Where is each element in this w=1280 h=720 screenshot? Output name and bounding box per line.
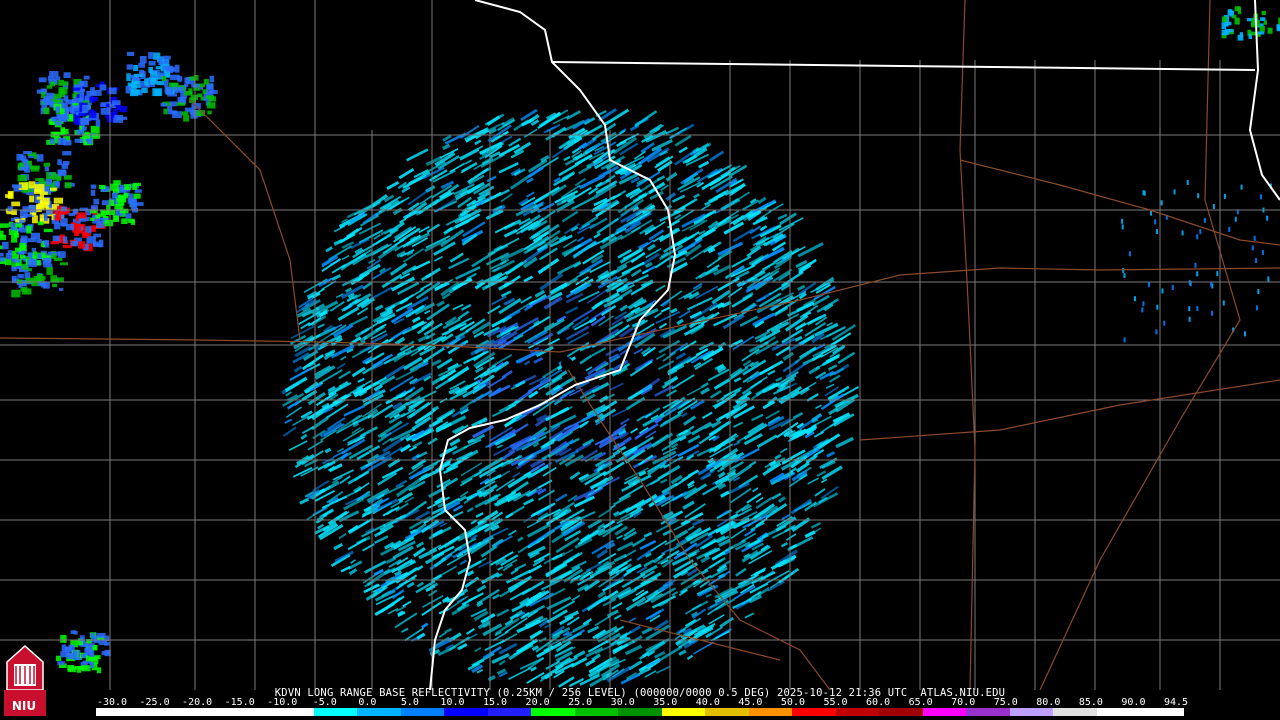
colorbar-segment	[1096, 708, 1141, 716]
colorbar-segment	[1053, 708, 1097, 716]
colorbar-segment	[313, 708, 358, 716]
radar-map	[0, 0, 1280, 720]
colorbar-segment	[96, 708, 140, 716]
colorbar-segment	[400, 708, 445, 716]
colorbar-label: 85.0	[1078, 697, 1103, 708]
colorbar-segment	[792, 708, 836, 716]
colorbar-segment	[183, 708, 227, 716]
colorbar-label: 35.0	[653, 697, 678, 708]
reflectivity-colorbar	[96, 708, 1184, 716]
colorbar-label: -30.0	[96, 697, 128, 708]
colorbar-label: 15.0	[482, 697, 508, 708]
colorbar-segment	[966, 708, 1010, 716]
colorbar-segment	[705, 708, 749, 716]
colorbar-segment	[1009, 708, 1054, 716]
colorbar-label: 0.0	[358, 697, 377, 708]
colorbar-label: 30.0	[610, 697, 635, 708]
colorbar-label: 5.0	[400, 697, 419, 708]
colorbar-label: 60.0	[866, 697, 891, 708]
colorbar-label: -20.0	[182, 697, 213, 708]
colorbar-label: 94.5	[1163, 697, 1189, 708]
colorbar-segment	[879, 708, 923, 716]
colorbar-label: 50.0	[780, 697, 805, 708]
colorbar-segment	[270, 708, 314, 716]
colorbar-segment	[618, 708, 662, 716]
colorbar-segment	[835, 708, 880, 716]
colorbar-label: -5.0	[312, 697, 337, 708]
colorbar-label: -25.0	[139, 697, 170, 708]
radar-site-marker	[561, 358, 573, 370]
colorbar-segment	[922, 708, 967, 716]
colorbar-label: -10.0	[267, 697, 298, 708]
colorbar-segment	[574, 708, 619, 716]
colorbar-label: 65.0	[908, 697, 933, 708]
colorbar-segment	[748, 708, 793, 716]
colorbar-label: 45.0	[738, 697, 763, 708]
colorbar-label: 20.0	[525, 697, 550, 708]
colorbar-segment	[444, 708, 488, 716]
colorbar-label: 90.0	[1121, 697, 1146, 708]
colorbar-label: 25.0	[568, 697, 593, 708]
colorbar-segment	[531, 708, 575, 716]
colorbar-segment	[1140, 708, 1184, 716]
colorbar-label: 10.0	[440, 697, 465, 708]
colorbar-segment	[661, 708, 706, 716]
colorbar-label: 40.0	[695, 697, 720, 708]
colorbar-segment	[139, 708, 184, 716]
colorbar-label: 75.0	[993, 697, 1018, 708]
colorbar-segment	[357, 708, 401, 716]
colorbar-segment	[226, 708, 271, 716]
colorbar-label: 55.0	[823, 697, 848, 708]
colorbar-label: 70.0	[951, 697, 976, 708]
colorbar-label: 80.0	[1036, 697, 1061, 708]
colorbar-label: -15.0	[224, 697, 255, 708]
colorbar-labels: -30.0 -25.0 -20.0 -15.0 -10.0 -5.0 0.0 5.0 10.0 1…	[0, 698, 1280, 708]
colorbar-segment	[487, 708, 532, 716]
